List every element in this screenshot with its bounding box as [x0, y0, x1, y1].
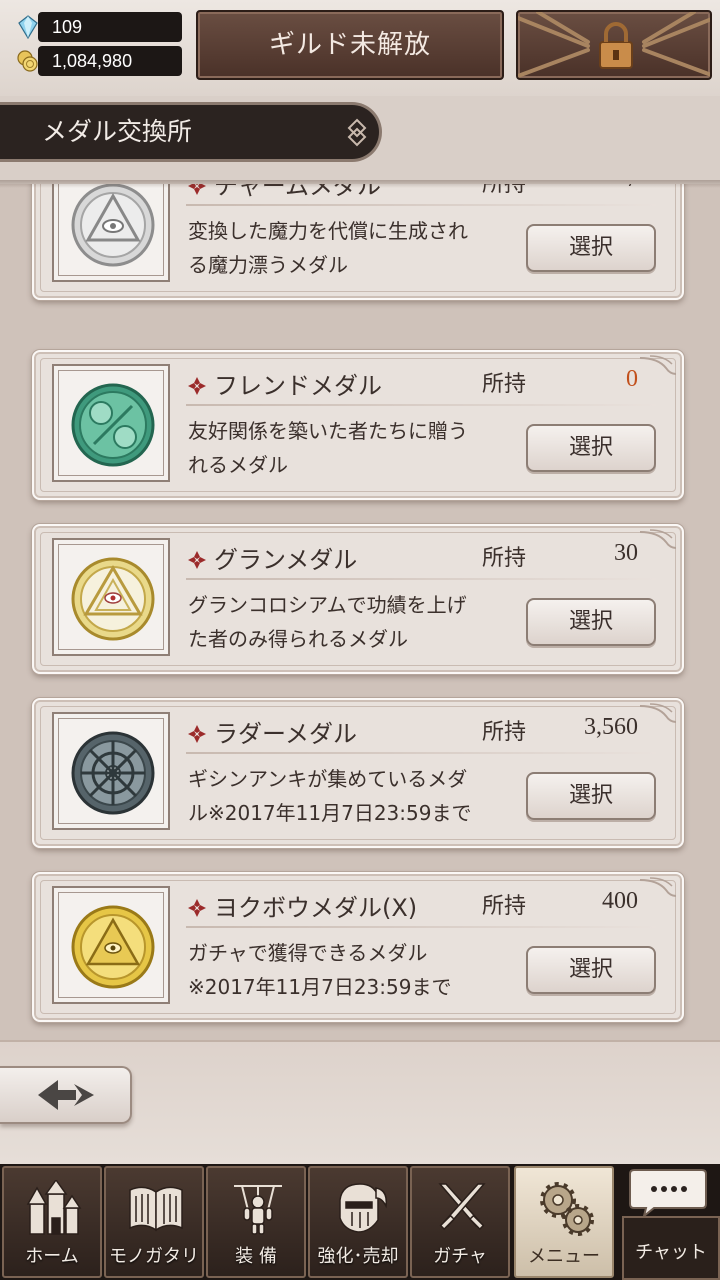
crossed-swords-icon [438, 1183, 486, 1231]
back-button[interactable] [0, 1066, 132, 1124]
nav-story[interactable]: モノガタリ [104, 1166, 204, 1278]
select-button[interactable]: 選択 [526, 598, 656, 646]
select-button[interactable]: 選択 [526, 224, 656, 272]
medal-description: 変換した魔力を代償に生成され る魔力漂うメダル [188, 219, 468, 277]
footer-area [0, 1040, 720, 1164]
nav-gacha[interactable]: ガチャ [410, 1166, 510, 1278]
gears-icon [540, 1182, 594, 1236]
divider [186, 926, 656, 928]
divider [186, 404, 656, 406]
divider [186, 578, 656, 580]
medal-name: グランメダル [188, 540, 357, 575]
silver-eye-medal-icon [71, 184, 155, 267]
guild-button[interactable]: ギルド未解放 [196, 10, 504, 80]
nav-label: メニュー [528, 1246, 600, 1267]
list-item: ラダーメダル 所持 3,560 ギシンアンキが集めているメダ ル※2017年11… [32, 698, 684, 848]
cross-diamond-icon [188, 551, 206, 569]
back-arrow-icon [38, 1080, 94, 1110]
nav-label: ホーム [25, 1246, 79, 1267]
select-button[interactable]: 選択 [526, 424, 656, 472]
nav-equip[interactable]: 装 備 [206, 1166, 306, 1278]
medal-thumbnail [52, 712, 170, 830]
nav-label: ガチャ [433, 1246, 487, 1267]
locked-feature-button[interactable] [516, 10, 712, 80]
cross-diamond-icon [188, 725, 206, 743]
list-item: チャームメダル 所持 7 変換した魔力を代償に生成され る魔力漂うメダル 選択 [32, 184, 684, 300]
nav-label: 強化･売却 [317, 1246, 399, 1267]
medal-description: 友好関係を築いた者たちに贈う れるメダル [188, 419, 468, 477]
gold-count: 1,084,980 [52, 51, 133, 71]
medal-name: フレンドメダル [188, 366, 382, 401]
dark-wheel-medal-icon [71, 731, 155, 815]
cross-diamond-icon [188, 377, 206, 395]
puppet-icon [234, 1185, 282, 1235]
section-title-bar: メダル交換所 [0, 102, 382, 162]
crystal-icon [18, 15, 38, 39]
chat-label: チャット [635, 1242, 707, 1263]
list-item: ヨクボウメダル(X) 所持 400 ガチャで獲得できるメダル ※2017年11月… [32, 872, 684, 1022]
nav-label: モノガタリ [109, 1246, 199, 1267]
held-count: 0 [626, 366, 638, 392]
held-label: 所持 [482, 894, 527, 919]
list-item: グランメダル 所持 30 グランコロシアムで功績を上げ た者のみ得られるメダル … [32, 524, 684, 674]
held-label: 所持 [482, 720, 527, 745]
medal-list[interactable]: チャームメダル 所持 7 変換した魔力を代償に生成され る魔力漂うメダル 選択 … [0, 184, 720, 1040]
page-title: メダル交換所 [42, 117, 193, 146]
chat-tab[interactable]: チャット [622, 1216, 720, 1280]
cross-diamond-icon [188, 899, 206, 917]
divider [186, 752, 656, 754]
corner-ornament-icon [639, 703, 677, 723]
held-label: 所持 [482, 372, 527, 397]
medal-thumbnail [52, 184, 170, 282]
nav-enhance[interactable]: 強化･売却 [308, 1166, 408, 1278]
gold-eye-medal-icon [71, 557, 155, 641]
medal-description: グランコロシアムで功績を上げ た者のみ得られるメダル [188, 593, 467, 651]
green-friend-medal-icon [71, 383, 155, 467]
gold-counter: 1,084,980 [17, 46, 182, 76]
medal-name: ラダーメダル [188, 714, 357, 749]
divider [186, 204, 656, 206]
held-label: 所持 [482, 546, 527, 571]
medal-description: ギシンアンキが集めているメダ ル※2017年11月7日23:59まで [188, 767, 472, 825]
medal-thumbnail [52, 538, 170, 656]
book-icon [129, 1186, 183, 1232]
medal-name: ヨクボウメダル(X) [188, 888, 417, 923]
corner-ornament-icon [639, 355, 677, 375]
held-count: 3,560 [584, 714, 638, 740]
chat-bubble-icon[interactable] [628, 1168, 708, 1218]
bottom-nav: ホーム モノガタリ 装 備 強化･売却 ガチャ メニュー [0, 1164, 720, 1280]
medal-thumbnail [52, 886, 170, 1004]
select-button[interactable]: 選択 [526, 946, 656, 994]
nav-menu[interactable]: メニュー [514, 1166, 614, 1278]
list-item: フレンドメダル 所持 0 友好関係を築いた者たちに贈う れるメダル 選択 [32, 350, 684, 500]
select-button[interactable]: 選択 [526, 772, 656, 820]
top-bar: 109 1,084,980 ギルド未解放 [0, 0, 720, 96]
corner-ornament-icon [639, 529, 677, 549]
medal-thumbnail [52, 364, 170, 482]
gold-pyramid-medal-icon [71, 905, 155, 989]
nav-home[interactable]: ホーム [2, 1166, 102, 1278]
coins-icon [17, 50, 38, 72]
gem-count: 109 [52, 17, 83, 37]
chain-lock-icon [518, 12, 710, 78]
medal-description: ガチャで獲得できるメダル ※2017年11月7日23:59まで [188, 941, 452, 999]
held-count: 30 [614, 540, 638, 566]
corner-ornament-icon [639, 877, 677, 897]
gem-counter: 109 [18, 12, 182, 42]
held-count: 400 [602, 888, 638, 914]
ornament-icon [347, 118, 367, 147]
helmet-icon [339, 1183, 388, 1233]
castle-icon [26, 1180, 82, 1235]
nav-label: 装 備 [235, 1246, 277, 1267]
